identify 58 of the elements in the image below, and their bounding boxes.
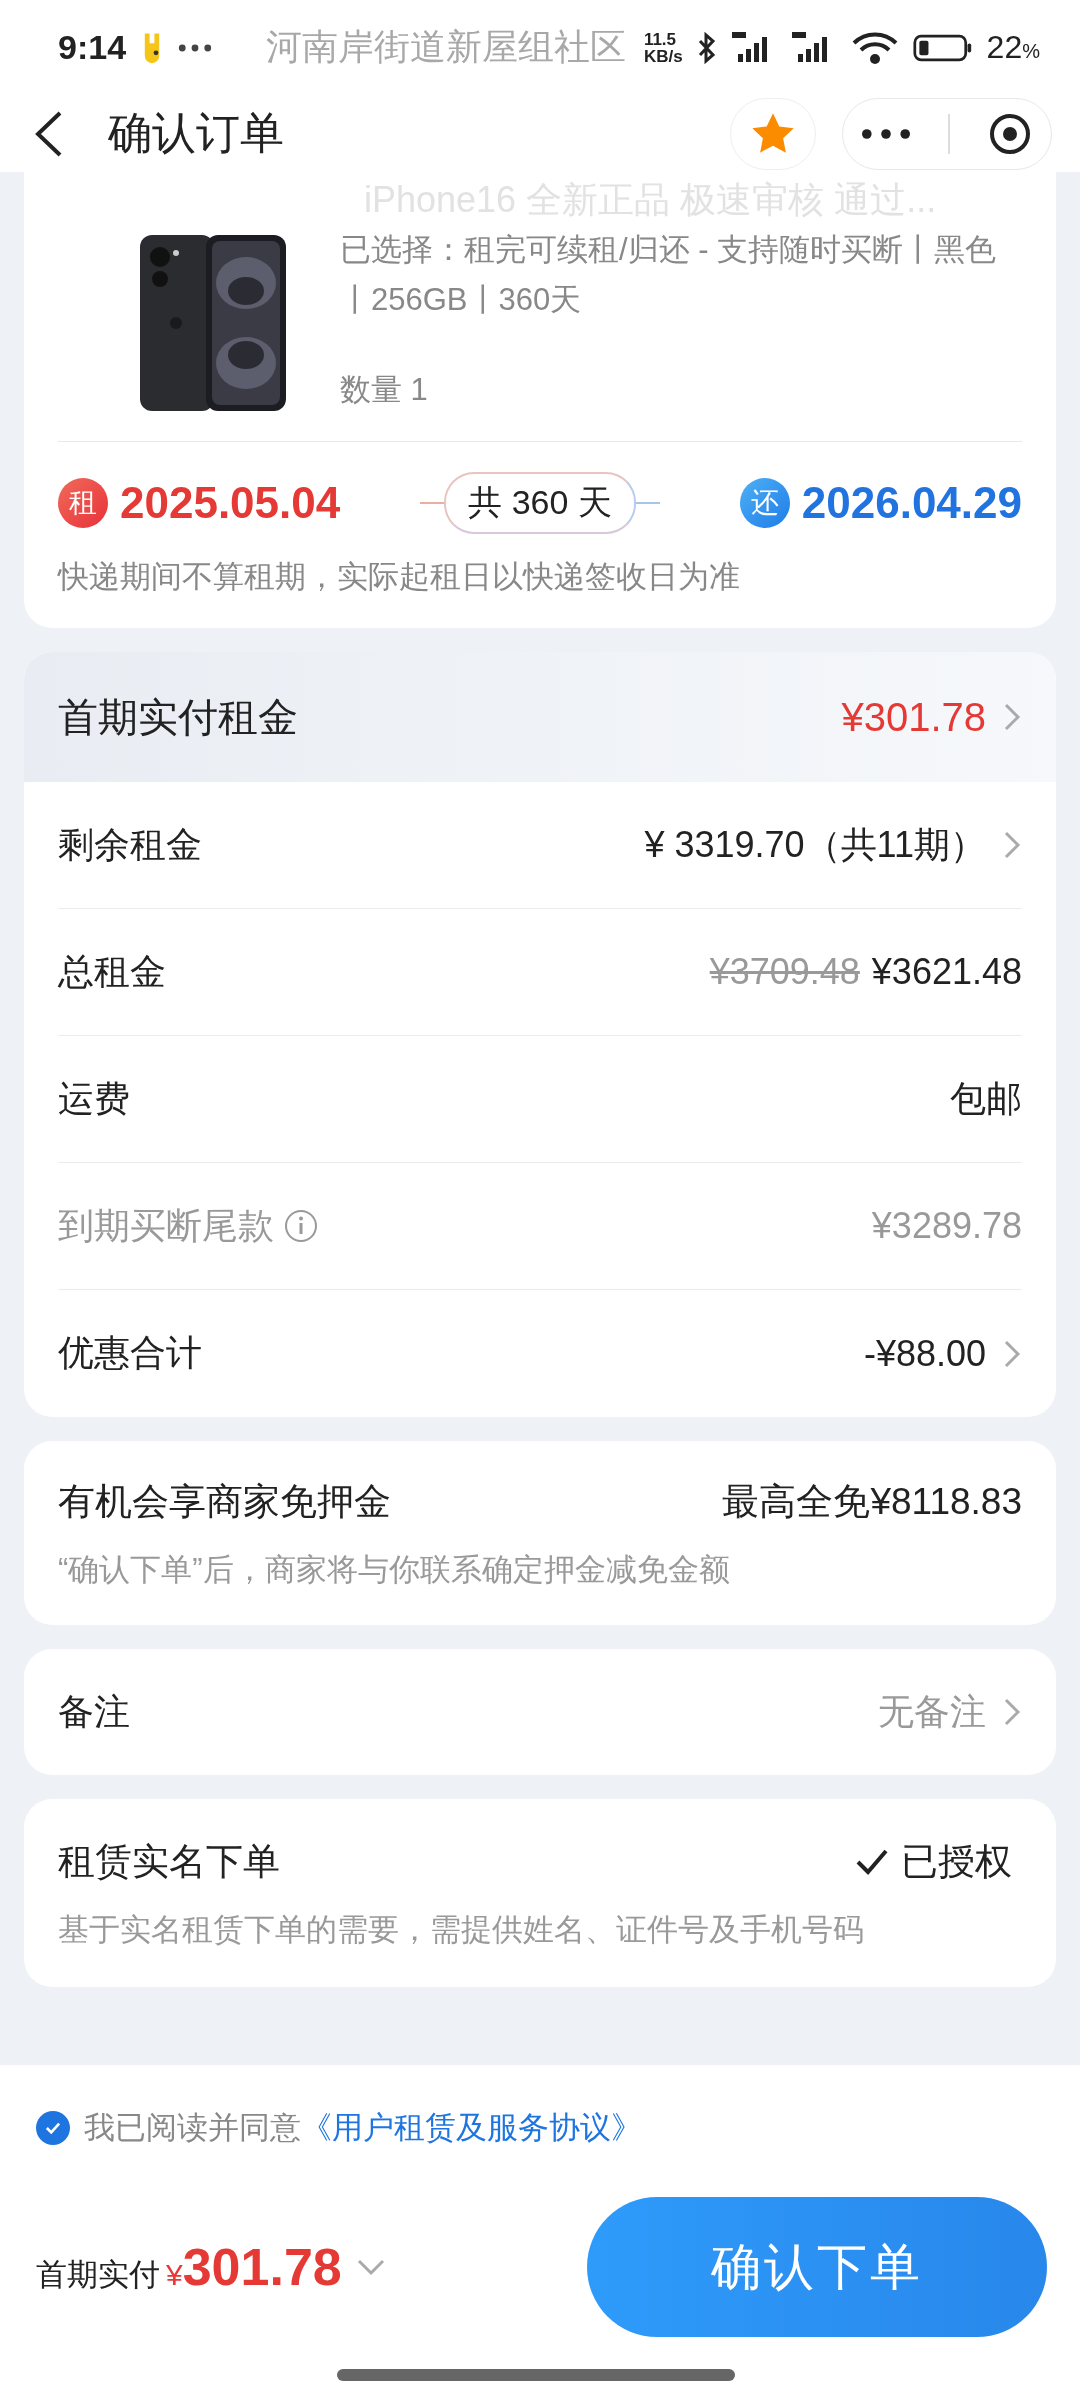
product-spec: 已选择：租完可续租/归还 - 支持随时买断丨黑色丨256GB丨360天 [340, 231, 998, 319]
quantity-label: 数量 1 [340, 371, 429, 409]
chevron-icon [1002, 1338, 1022, 1369]
row-value: -¥88.00 [863, 1332, 986, 1375]
bluetooth-icon [696, 31, 717, 64]
first-payment-amount: ¥301.78 [841, 694, 986, 740]
wifi-icon [850, 30, 899, 65]
row-label: 运费 [58, 1076, 130, 1121]
row-label: 剩余租金 [58, 822, 202, 867]
network-speed-unit: KB/s [643, 47, 683, 65]
battery-icon [912, 32, 973, 63]
row-label: 优惠合计 [58, 1331, 202, 1375]
duration-pill: 共 360 天 [444, 472, 636, 534]
total-label: 首期实付 [36, 2256, 160, 2294]
first-payment-row[interactable]: 首期实付租金 ¥301.78 [24, 652, 1056, 782]
agreement-link[interactable]: 《用户租赁及服务协议》 [301, 2107, 642, 2149]
info-icon[interactable] [284, 1209, 318, 1243]
original-price: ¥3709.48 [709, 951, 860, 993]
row-value: ¥ 3319.70（共11期） [644, 822, 986, 867]
rent-badge: 租 [58, 478, 108, 528]
check-icon [44, 2121, 62, 2135]
deposit-note: “确认下单”后，商家将与你联系确定押金减免金额 [58, 1551, 731, 1589]
notification-text: 河南岸街道新屋组社区 [266, 25, 628, 69]
row-value: 包邮 [950, 1076, 1022, 1121]
price-row[interactable]: 优惠合计 -¥88.00 [58, 1290, 1022, 1417]
more-icon [178, 42, 213, 53]
authorization-status: 已授权 [901, 1840, 1012, 1884]
real-name-note: 基于实名租赁下单的需要，需提供姓名、证件号及手机号码 [58, 1911, 865, 1949]
more-button[interactable] [862, 128, 910, 139]
row-label: 总租金 [58, 949, 166, 994]
row-value: ¥3289.78 [871, 1205, 1022, 1247]
battery-percentage: 22% [986, 29, 1040, 66]
return-badge: 还 [739, 478, 790, 528]
start-date: 2025.05.04 [120, 478, 341, 528]
agreement-text: 我已阅读并同意 [84, 2109, 301, 2147]
row-label: 到期买断尾款 [58, 1203, 274, 1248]
deposit-title: 有机会享商家免押金 [58, 1480, 391, 1524]
chevron-down-icon[interactable] [355, 2257, 386, 2277]
remark-label: 备注 [58, 1689, 130, 1734]
clock-time: 9:14 [58, 28, 127, 67]
agreement-checkbox[interactable] [36, 2111, 70, 2145]
remark-value: 无备注 [878, 1689, 986, 1734]
chevron-icon [1002, 702, 1022, 732]
close-target-button[interactable] [988, 111, 1032, 156]
rental-note: 快递期间不算租期，实际起租日以快递签收日为准 [58, 558, 741, 596]
end-date: 2026.04.29 [801, 478, 1022, 528]
page-title: 确认订单 [108, 107, 285, 159]
total-amount: 301.78 [182, 2237, 342, 2297]
deposit-amount: 最高全免¥8118.83 [722, 1480, 1022, 1524]
row-value: ¥3621.48 [871, 951, 1022, 993]
real-name-title: 租赁实名下单 [58, 1840, 281, 1884]
remark-row[interactable]: 备注 无备注 [24, 1649, 1056, 1775]
chevron-icon [1002, 1697, 1022, 1727]
chevron-icon [1002, 830, 1022, 860]
first-payment-label: 首期实付租金 [58, 693, 299, 741]
network-speed-value: 11.5 [643, 30, 678, 48]
currency-symbol: ¥ [166, 2258, 183, 2292]
price-row[interactable]: 剩余租金 ¥ 3319.70（共11期） [58, 782, 1022, 909]
